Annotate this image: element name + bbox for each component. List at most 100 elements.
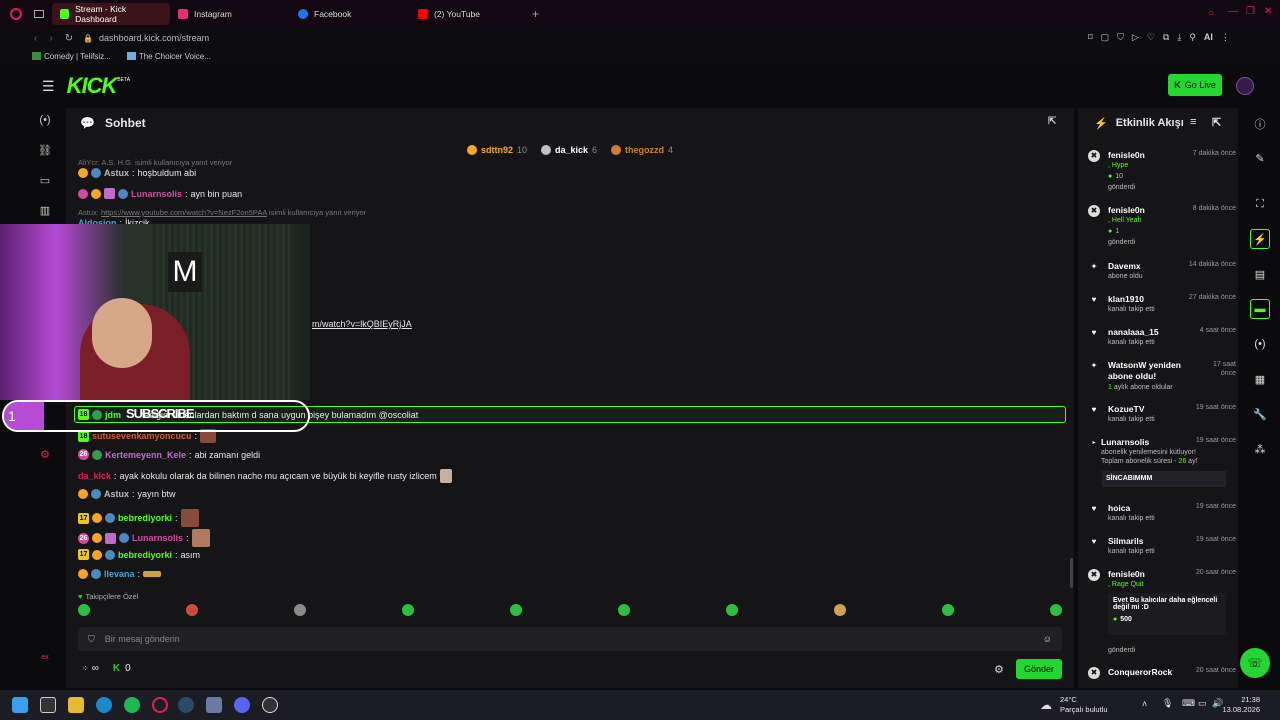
new-tab-icon[interactable]: + — [532, 7, 539, 21]
channel-points[interactable]: K 0 — [113, 663, 131, 674]
activity-item[interactable]: ♥ hoica 19 saat önce kanalı takip etti — [1088, 503, 1236, 527]
chat-link[interactable]: m/watch?v=lkQBIEyRjJA — [312, 319, 412, 329]
analytics-icon[interactable]: ▥ — [38, 204, 52, 218]
emote-icon[interactable] — [186, 604, 198, 616]
username[interactable]: Astux — [104, 168, 129, 178]
activity-item[interactable]: ✖ fenisle0n 7 dakika önce , Hype ● 10 gön… — [1088, 150, 1236, 196]
activity-item[interactable]: ♥ nanalaaa_15 4 saat önce kanalı takip e… — [1088, 327, 1236, 351]
username[interactable]: bebrediyorki — [118, 513, 172, 523]
pin-icon[interactable]: ⚲ — [1189, 32, 1196, 43]
forward-icon[interactable]: › — [49, 33, 52, 44]
emote-icon[interactable] — [1050, 604, 1062, 616]
menu-icon[interactable]: ⋮ — [1221, 32, 1230, 43]
username[interactable]: Lunarnsolis — [132, 533, 183, 543]
weather-widget[interactable]: 24°C Parçalı bulutlu — [1060, 695, 1108, 715]
ai-button[interactable]: AI — [1204, 32, 1213, 43]
chevron-up-icon[interactable]: ˄ — [1142, 699, 1147, 709]
notes-icon[interactable]: ▤ — [1250, 264, 1270, 284]
activity-item[interactable]: ▸ Lunarnsolis 19 saat önce abonelik yeni… — [1088, 437, 1236, 493]
activity-user[interactable]: Davemx — [1108, 261, 1141, 271]
weather-icon[interactable]: ☁ — [1040, 698, 1052, 712]
activity-user[interactable]: hoica — [1108, 503, 1130, 513]
chat-input[interactable]: ⛉ Bir mesaj gönderin ☺ — [78, 627, 1062, 651]
activity-item[interactable]: ✦ WatsonW yeniden abone oldu! 17 saat ön… — [1088, 360, 1236, 396]
reload-icon[interactable]: ↻ — [65, 33, 73, 44]
obs-icon[interactable] — [262, 697, 278, 713]
close-window-icon[interactable]: ✕ — [1264, 6, 1272, 17]
stream-icon[interactable]: (•) — [38, 114, 52, 128]
discord-icon[interactable] — [234, 697, 250, 713]
activity-user[interactable]: fenisle0n — [1108, 569, 1145, 579]
downloads-icon[interactable]: ⤓ — [1177, 32, 1181, 43]
popout-icon[interactable]: ⇱ — [1212, 116, 1221, 129]
username[interactable]: Lunarnsolis — [131, 189, 182, 199]
url-field[interactable]: dashboard.kick.com/stream — [99, 33, 209, 43]
activity-toggle-icon[interactable]: ⚡ — [1250, 229, 1270, 249]
minimize-icon[interactable]: — — [1228, 6, 1238, 17]
chat-toggle-icon[interactable]: ▬ — [1250, 299, 1270, 319]
emote-icon[interactable] — [834, 604, 846, 616]
app-icon[interactable] — [206, 697, 222, 713]
emote-icon[interactable] — [294, 604, 306, 616]
activity-user[interactable]: nanalaaa_15 — [1108, 327, 1159, 337]
edge-icon[interactable] — [96, 697, 112, 713]
clock[interactable]: 21:38 13.08.2026 — [1216, 695, 1260, 715]
username[interactable]: Kertemeyenn_Kele — [105, 450, 186, 460]
tab-switcher-icon[interactable] — [34, 10, 44, 18]
chat-message[interactable]: da_kick: ayak kokulu olarak da bilinen n… — [78, 469, 452, 483]
link-icon[interactable]: ⛓ — [38, 144, 52, 158]
activity-user[interactable]: klan1910 — [1108, 294, 1144, 304]
activity-user[interactable]: WatsonW yeniden abone oldu! — [1108, 360, 1198, 382]
username[interactable]: bebrediyorki — [118, 550, 172, 560]
emote-icon[interactable] — [78, 604, 90, 616]
start-icon[interactable] — [12, 697, 28, 713]
tab-youtube[interactable]: (2) YouTube — [410, 3, 530, 25]
activity-item[interactable]: ♥ KozueTV 19 saat önce kanalı takip etti — [1088, 404, 1236, 428]
opera-icon[interactable] — [152, 697, 168, 713]
chat-message[interactable]: 17 bebrediyorki: asım — [78, 549, 200, 560]
tab-kick-dashboard[interactable]: Stream - Kick Dashboard — [52, 3, 170, 25]
activity-item[interactable]: ✖ ConquerorRock 20 saat önce — [1088, 667, 1236, 685]
account-icon[interactable]: ex — [38, 654, 52, 668]
heart-icon[interactable]: ♡ — [1147, 32, 1155, 43]
back-icon[interactable]: ‹ — [34, 33, 37, 44]
support-chat-button[interactable]: ☏ — [1240, 648, 1270, 678]
chat-message[interactable]: 26 Lunarnsolis: — [78, 529, 210, 547]
microphone-icon[interactable]: 🎙 — [1162, 698, 1173, 709]
bookmark-comedy[interactable]: Comedy | Telifsiz... — [32, 52, 111, 61]
fullscreen-icon[interactable]: ⛶ — [1250, 194, 1270, 214]
activity-item[interactable]: ♥ klan1910 27 dakika önce kanalı takip e… — [1088, 294, 1236, 318]
chat-settings-icon[interactable]: ⚙ — [994, 663, 1004, 676]
activity-user[interactable]: fenisle0n — [1108, 205, 1145, 215]
settings-icon[interactable]: ⚙ — [38, 448, 52, 462]
activity-item[interactable]: ♥ Silmarils 19 saat önce kanalı takip et… — [1088, 536, 1236, 560]
go-live-button[interactable]: K Go Live — [1168, 74, 1222, 96]
tab-facebook[interactable]: Facebook — [290, 3, 410, 25]
opera-logo-icon[interactable] — [10, 8, 22, 20]
steam-icon[interactable] — [178, 697, 194, 713]
emote-icon[interactable] — [726, 604, 738, 616]
emote-icon[interactable] — [402, 604, 414, 616]
emote-icon[interactable] — [942, 604, 954, 616]
network-icon[interactable]: ▭ — [1198, 698, 1207, 709]
extensions-icon[interactable]: ⧉ — [1163, 32, 1169, 43]
leader-1[interactable]: sdttn92 10 — [466, 142, 527, 158]
chat-message[interactable]: Lunarnsolis: ayn bin puan — [78, 188, 242, 199]
leader-3[interactable]: thegozzd 4 — [611, 142, 673, 158]
activity-user[interactable]: ConquerorRock — [1108, 667, 1172, 677]
chat-message[interactable]: llevana: — [78, 569, 162, 579]
shield-icon[interactable]: ⛉ — [1117, 32, 1124, 43]
info-icon[interactable]: ⓘ — [1250, 114, 1270, 134]
bookmark-icon[interactable]: ⌑ — [1088, 32, 1093, 43]
kick-logo[interactable]: KICK — [67, 73, 118, 99]
emoji-icon[interactable]: ☺ — [1043, 634, 1052, 644]
mod-tools-icon[interactable]: ▦ — [1250, 369, 1270, 389]
emote-icon[interactable] — [510, 604, 522, 616]
task-view-icon[interactable] — [40, 697, 56, 713]
window-icon[interactable]: ▭ — [38, 174, 52, 188]
emote-icon[interactable] — [618, 604, 630, 616]
chat-message[interactable]: 17 bebrediyorki: — [78, 509, 199, 527]
search-tabs-icon[interactable]: ○ — [1208, 8, 1214, 19]
popout-icon[interactable]: ⇱ — [1048, 116, 1056, 127]
chat-message[interactable]: Astux: yayın btw — [78, 489, 176, 499]
